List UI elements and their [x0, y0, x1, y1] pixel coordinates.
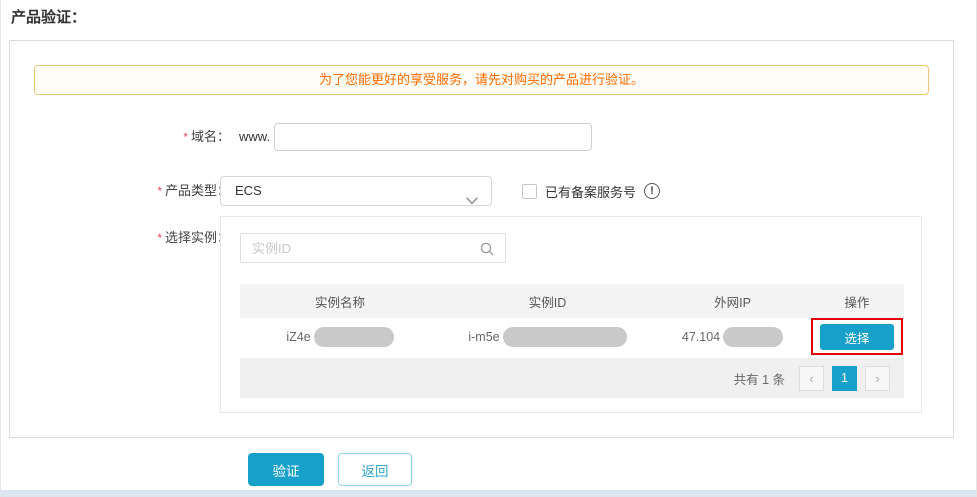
domain-label-text: 域名：	[191, 129, 230, 144]
product-type-select[interactable]: ECS	[220, 176, 492, 206]
redaction-block	[503, 327, 627, 347]
cell-public-ip: 47.104	[655, 318, 810, 356]
header-instance-id: 实例ID	[440, 284, 655, 318]
bottom-strip	[1, 490, 976, 497]
verification-form-card: 为了您能更好的享受服务，请先对购买的产品进行验证。 *域名： www. *产品类…	[9, 40, 954, 438]
domain-www-prefix: www.	[239, 122, 270, 152]
select-instance-button[interactable]: 选择	[820, 324, 894, 350]
product-type-selected-value: ECS	[235, 183, 262, 198]
domain-label: *域名：	[10, 122, 230, 152]
instance-row: *选择实例： 实例名称 实例ID 外网IP 操作	[10, 216, 953, 413]
table-header-row: 实例名称 实例ID 外网IP 操作	[240, 284, 904, 318]
filing-service-group: 已有备案服务号 !	[522, 176, 660, 206]
info-icon[interactable]: !	[644, 183, 660, 199]
public-ip-text: 47.104	[682, 330, 720, 344]
verify-button[interactable]: 验证	[248, 453, 324, 486]
required-asterisk: *	[157, 231, 162, 245]
required-asterisk: *	[183, 130, 188, 144]
filing-service-label: 已有备案服务号	[545, 182, 636, 201]
domain-row: *域名： www.	[10, 122, 953, 152]
header-action: 操作	[810, 284, 904, 318]
product-type-label: *产品类型：	[10, 176, 230, 206]
search-icon[interactable]	[479, 241, 495, 262]
table-row: iZ4e i-m5e 47.104 选择	[240, 318, 904, 356]
pagination-bar: 共有 1 条 ‹ 1 ›	[240, 358, 904, 398]
instance-table: 实例名称 实例ID 外网IP 操作 iZ4e i-m5e	[240, 284, 904, 398]
redaction-block	[314, 327, 394, 347]
notice-banner: 为了您能更好的享受服务，请先对购买的产品进行验证。	[34, 65, 929, 95]
redaction-block	[723, 327, 783, 347]
page: 产品验证： 为了您能更好的享受服务，请先对购买的产品进行验证。 *域名： www…	[0, 0, 977, 497]
back-button[interactable]: 返回	[338, 453, 412, 486]
chevron-down-icon	[466, 187, 478, 215]
instance-id-text: i-m5e	[468, 330, 499, 344]
instance-search-box	[240, 233, 506, 263]
instance-name-text: iZ4e	[286, 330, 310, 344]
current-page-button[interactable]: 1	[832, 366, 857, 391]
cell-instance-id: i-m5e	[440, 318, 655, 356]
instance-panel: 实例名称 实例ID 外网IP 操作 iZ4e i-m5e	[220, 216, 922, 413]
header-public-ip: 外网IP	[655, 284, 810, 318]
next-page-button[interactable]: ›	[865, 366, 890, 391]
domain-input[interactable]	[274, 123, 592, 151]
info-icon-glyph: !	[650, 185, 654, 197]
header-instance-name: 实例名称	[240, 284, 440, 318]
page-title: 产品验证：	[11, 6, 86, 27]
required-asterisk: *	[157, 184, 162, 198]
form-actions: 验证 返回	[248, 453, 412, 486]
product-type-row: *产品类型： ECS 已有备案服务号 !	[10, 176, 953, 206]
instance-search-input[interactable]	[241, 234, 505, 262]
total-count-text: 共有 1 条	[734, 369, 785, 388]
cell-instance-name: iZ4e	[240, 318, 440, 356]
cell-action: 选择	[810, 318, 904, 356]
filing-service-checkbox[interactable]	[522, 184, 537, 199]
instance-label: *选择实例：	[10, 230, 230, 246]
prev-page-button[interactable]: ‹	[799, 366, 824, 391]
